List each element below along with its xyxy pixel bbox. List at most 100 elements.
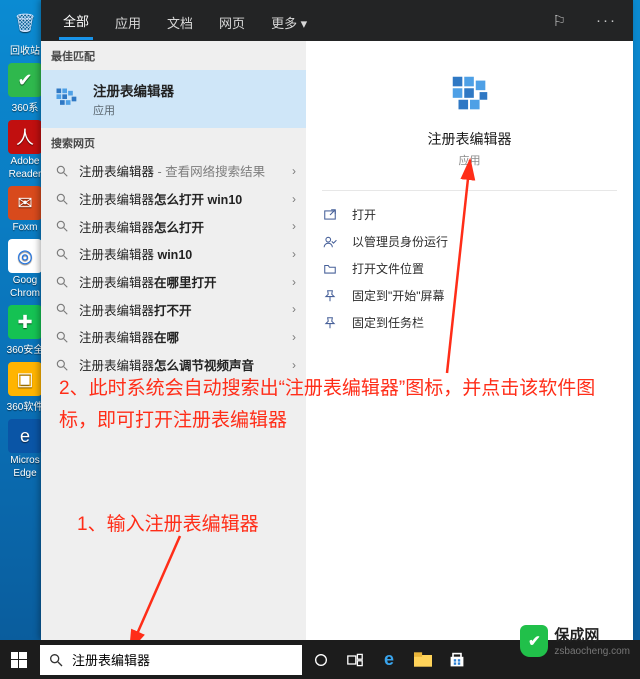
foxmail-icon: ✉ [8, 186, 42, 220]
desktop-icon-adobe-reader[interactable]: 人AdobeReader [4, 120, 46, 180]
divider [322, 190, 617, 191]
suggestion-text: 注册表编辑器打不开 [79, 300, 192, 319]
desktop-icon-360-safe[interactable]: ✔ 360系 [4, 63, 46, 114]
tab-all[interactable]: 全部 [59, 1, 93, 40]
desktop-icon-recycle-bin[interactable]: 🗑 回收站 [4, 6, 46, 57]
taskbar-edge-icon[interactable]: e [372, 640, 406, 679]
search-header: 全部 应用 文档 网页 更多 ▾ ⚐ ··· [41, 0, 633, 41]
360-software-icon: ▣ [8, 362, 42, 396]
taskbar-search[interactable] [40, 645, 302, 675]
pin-start-icon [322, 288, 338, 304]
detail-app-icon [447, 71, 493, 117]
chevron-right-icon: › [292, 219, 296, 233]
search-icon [48, 652, 64, 668]
web-suggestion-2[interactable]: 注册表编辑器怎么打开 › [41, 212, 306, 240]
desktop-icon-edge[interactable]: eMicrosEdge [4, 419, 46, 479]
suggestion-text: 注册表编辑器在哪 [79, 327, 179, 346]
chevron-right-icon: › [292, 247, 296, 261]
desktop-icon-label: 回收站 [10, 42, 40, 57]
action-label: 以管理员身份运行 [352, 233, 448, 250]
tab-web[interactable]: 网页 [215, 3, 249, 39]
action-label: 固定到"开始"屏幕 [352, 287, 445, 304]
desktop-icon-label: Goog [13, 275, 37, 286]
desktop-icon-360-software[interactable]: ▣ 360软件 [4, 362, 46, 413]
desktop-icon-label: 360安全 [7, 341, 44, 356]
watermark-title: 保成网 [554, 627, 599, 644]
chevron-right-icon: › [292, 330, 296, 344]
360-safe-icon: ✔ [8, 63, 42, 97]
results-column: 最佳匹配 注册表编辑器 应用 搜索网页 注册表编辑器 - 查看网络搜索结果›注册… [41, 41, 306, 640]
suggestion-text: 注册表编辑器怎么调节视频声音 [79, 355, 254, 374]
detail-subtitle: 应用 [306, 152, 633, 168]
search-panel: 全部 应用 文档 网页 更多 ▾ ⚐ ··· 最佳匹配 注册表编辑器 [41, 0, 633, 640]
more-icon[interactable]: ··· [590, 12, 623, 29]
suggestion-text: 注册表编辑器 - 查看网络搜索结果 [79, 161, 265, 180]
desktop-icon-label: Foxm [13, 222, 38, 233]
web-suggestion-6[interactable]: 注册表编辑器在哪 › [41, 323, 306, 351]
taskbar-store-icon[interactable] [440, 640, 474, 679]
detail-title: 注册表编辑器 [306, 129, 633, 149]
desktop-icon-label: Micros [10, 455, 39, 466]
desktop-icon-chrome[interactable]: ◎GoogChrom [4, 239, 46, 299]
chrome-icon: ◎ [8, 239, 42, 273]
action-open[interactable]: 打开 [316, 201, 623, 228]
tab-docs[interactable]: 文档 [163, 3, 197, 39]
tab-apps[interactable]: 应用 [111, 3, 145, 39]
watermark-url: zsbaocheng.com [554, 646, 630, 657]
best-match-item[interactable]: 注册表编辑器 应用 [41, 70, 306, 128]
chevron-right-icon: › [292, 164, 296, 178]
regedit-icon [53, 85, 81, 113]
edge-icon: e [8, 419, 42, 453]
panel-body: 最佳匹配 注册表编辑器 应用 搜索网页 注册表编辑器 - 查看网络搜索结果›注册… [41, 41, 633, 640]
web-suggestion-0[interactable]: 注册表编辑器 - 查看网络搜索结果 › [41, 157, 306, 185]
web-header: 搜索网页 [41, 128, 306, 157]
tab-more[interactable]: 更多 ▾ [267, 3, 311, 39]
web-suggestion-1[interactable]: 注册表编辑器怎么打开 win10 › [41, 185, 306, 213]
open-icon [322, 207, 338, 223]
action-admin[interactable]: 以管理员身份运行 [316, 228, 623, 255]
best-match-header: 最佳匹配 [41, 41, 306, 70]
360-secure-2-icon: ✚ [8, 305, 42, 339]
detail-pane: 注册表编辑器 应用 打开以管理员身份运行打开文件位置固定到"开始"屏幕固定到任务… [306, 41, 633, 640]
taskbar-explorer-icon[interactable] [406, 640, 440, 679]
watermark: ✔ 保成网 zsbaocheng.com [520, 624, 630, 657]
recycle-bin-icon: 🗑 [8, 6, 42, 40]
desktop-icon-foxmail[interactable]: ✉ Foxm [4, 186, 46, 233]
chevron-right-icon: › [292, 192, 296, 206]
taskview-icon[interactable] [338, 640, 372, 679]
feedback-icon[interactable]: ⚐ [547, 12, 572, 30]
action-pin-task[interactable]: 固定到任务栏 [316, 309, 623, 336]
search-input[interactable] [72, 652, 294, 667]
annotation-step-1: 1、输入注册表编辑器 [77, 509, 259, 541]
watermark-shield-icon: ✔ [520, 625, 548, 657]
action-label: 打开 [352, 206, 376, 223]
start-button[interactable] [0, 640, 38, 679]
action-pin-start[interactable]: 固定到"开始"屏幕 [316, 282, 623, 309]
chevron-right-icon: › [292, 302, 296, 316]
desktop-icon-360-secure-2[interactable]: ✚ 360安全 [4, 305, 46, 356]
action-list: 打开以管理员身份运行打开文件位置固定到"开始"屏幕固定到任务栏 [306, 195, 633, 342]
windows-icon [11, 652, 27, 668]
web-suggestion-3[interactable]: 注册表编辑器 win10 › [41, 240, 306, 268]
admin-icon [322, 234, 338, 250]
suggestion-text: 注册表编辑器怎么打开 [79, 217, 204, 236]
desktop-icon-label: 360软件 [7, 398, 44, 413]
adobe-reader-icon: 人 [8, 120, 42, 154]
suggestion-text: 注册表编辑器在哪里打开 [79, 272, 217, 291]
desktop-icon-label: 360系 [12, 99, 39, 114]
action-label: 固定到任务栏 [352, 314, 424, 331]
suggestion-text: 注册表编辑器 win10 [79, 244, 192, 263]
chevron-right-icon: › [292, 275, 296, 289]
web-suggestion-4[interactable]: 注册表编辑器在哪里打开 › [41, 268, 306, 296]
action-folder[interactable]: 打开文件位置 [316, 255, 623, 282]
desktop-icon-column: 🗑回收站✔360系人AdobeReader✉Foxm◎GoogChrom✚360… [4, 6, 46, 479]
cortana-icon[interactable] [304, 640, 338, 679]
best-match-subtitle: 应用 [93, 102, 174, 118]
web-suggestion-5[interactable]: 注册表编辑器打不开 › [41, 295, 306, 323]
suggestion-text: 注册表编辑器怎么打开 win10 [79, 189, 242, 208]
web-suggestions-list: 注册表编辑器 - 查看网络搜索结果›注册表编辑器怎么打开 win10›注册表编辑… [41, 157, 306, 379]
annotation-step-2: 2、此时系统会自动搜索出“注册表编辑器”图标，并点击该软件图标，即可打开注册表编… [59, 373, 619, 437]
pin-task-icon [322, 315, 338, 331]
folder-icon [322, 261, 338, 277]
best-match-title: 注册表编辑器 [93, 80, 174, 100]
